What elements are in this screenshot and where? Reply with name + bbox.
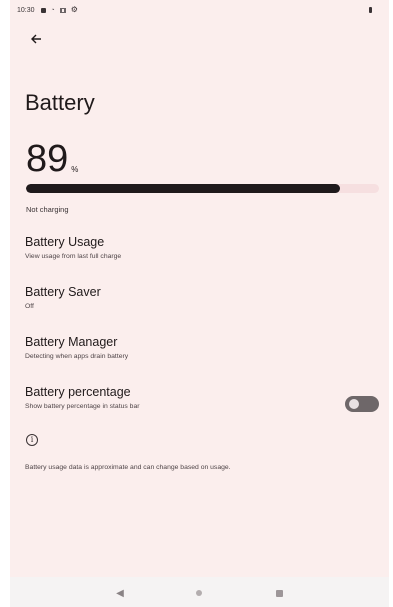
pref-battery-saver[interactable]: Battery Saver Off [10,285,389,331]
battery-level: 89 % [26,140,78,178]
pref-title: Battery percentage [25,385,131,399]
toggle-knob [349,399,359,409]
footer-text: Battery usage data is approximate and ca… [25,464,231,471]
pref-battery-usage[interactable]: Battery Usage View usage from last full … [10,235,389,281]
status-time: 10:30 [17,6,35,14]
grid-icon [59,7,66,13]
settings-screen: 10:30 ◔ ⚙ Battery 89 % Not charging Batt… [10,0,389,607]
status-icons: ◔ ⚙ [40,5,78,14]
notification-square-icon [40,7,46,13]
settings-gear-icon: ⚙ [70,5,78,14]
nav-back-icon[interactable]: ◀ [112,585,128,601]
battery-level-value: 89 [26,138,69,180]
pref-title: Battery Saver [25,285,101,299]
nav-recents-icon[interactable] [271,585,287,601]
navigation-bar: ◀ [10,577,389,607]
info-icon: i [26,434,38,446]
pref-battery-manager[interactable]: Battery Manager Detecting when apps drai… [10,335,389,381]
battery-level-unit: % [71,165,79,174]
pref-battery-percentage[interactable]: Battery percentage Show battery percenta… [10,385,389,431]
pref-title: Battery Usage [25,235,105,249]
pref-summary: View usage from last full charge [25,253,122,260]
battery-level-bar [26,184,379,193]
page-title: Battery [25,90,95,115]
battery-level-fill [26,184,341,193]
battery-icon [369,7,372,13]
battery-percentage-toggle[interactable] [345,396,379,412]
pref-summary: Detecting when apps drain battery [25,353,129,360]
pref-title: Battery Manager [25,335,118,349]
wifi-icon: ◔ [50,6,55,14]
status-bar: 10:30 ◔ ⚙ [10,0,389,20]
back-arrow-icon[interactable] [25,28,47,50]
pref-summary: Show battery percentage in status bar [25,403,140,410]
nav-home-icon[interactable] [191,585,207,601]
pref-summary: Off [25,303,34,310]
charging-status: Not charging [26,205,69,214]
